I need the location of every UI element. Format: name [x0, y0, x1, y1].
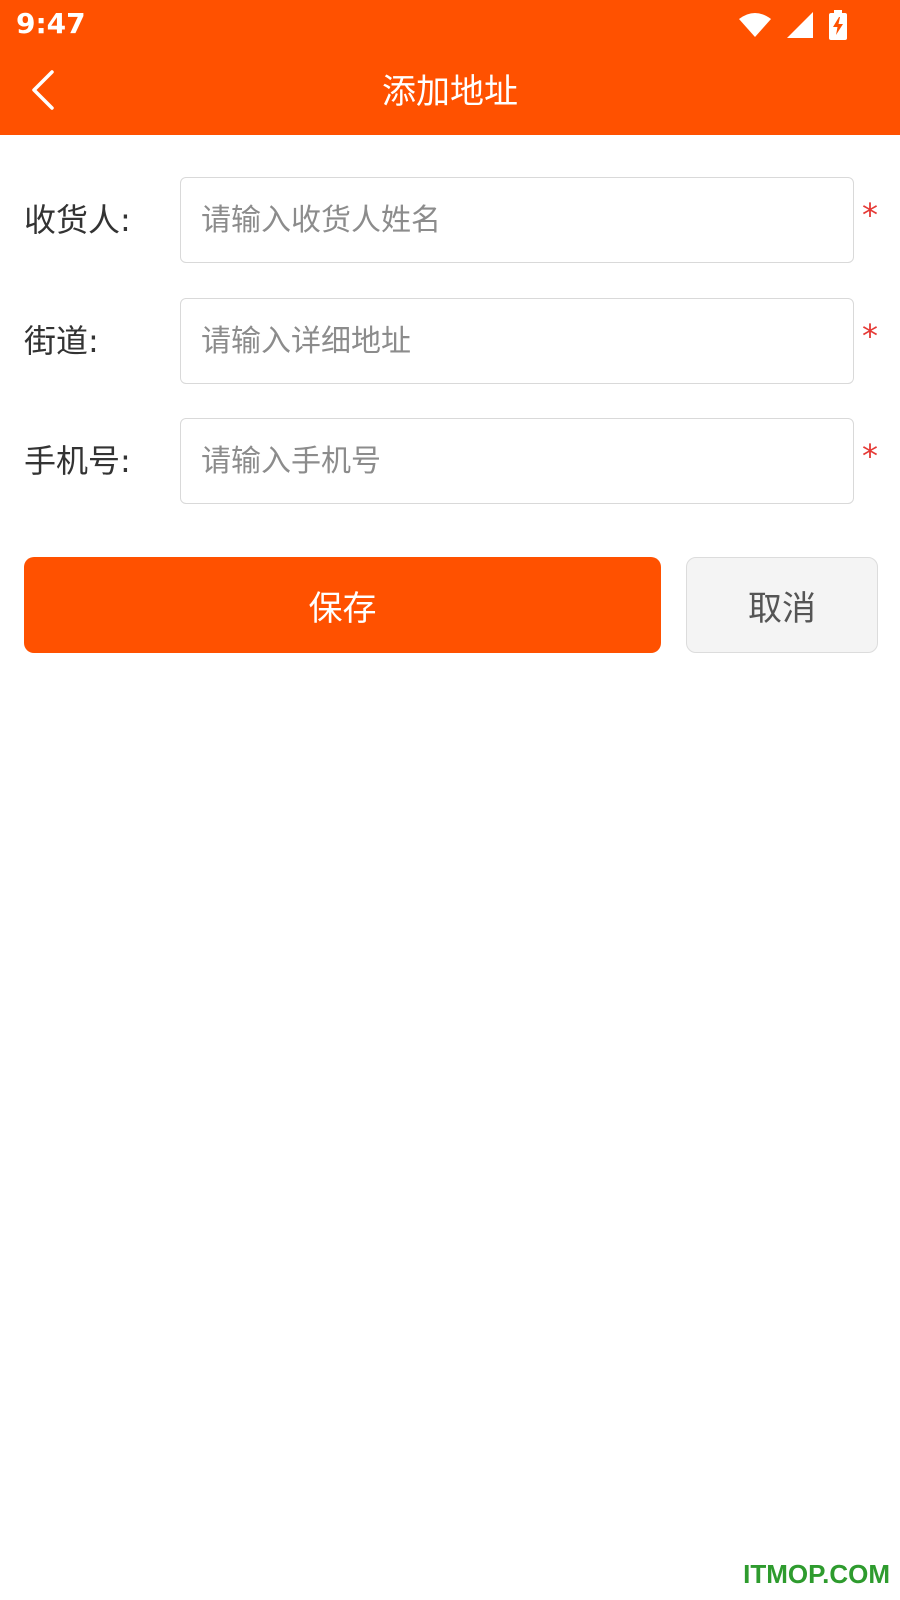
required-mark: * — [862, 196, 878, 234]
form-row-phone: 手机号: * — [0, 418, 900, 504]
phone-label: 手机号: — [24, 442, 131, 480]
page-title: 添加地址 — [382, 72, 518, 112]
save-button[interactable]: 保存 — [24, 557, 661, 653]
form-row-street: 街道: * — [0, 298, 900, 384]
receiver-label: 收货人: — [24, 201, 131, 239]
required-mark: * — [862, 437, 878, 475]
battery-charging-icon — [828, 10, 848, 40]
required-mark: * — [862, 317, 878, 355]
phone-number-input[interactable] — [180, 418, 854, 504]
receiver-name-input[interactable] — [180, 177, 854, 263]
status-time: 9:47 — [16, 7, 86, 40]
cancel-button[interactable]: 取消 — [686, 557, 878, 653]
app-header: 9:47 添加地址 — [0, 0, 900, 135]
watermark: ITMOP.COM — [743, 1559, 890, 1589]
wifi-icon — [738, 12, 772, 38]
signal-icon — [786, 11, 814, 39]
street-address-input[interactable] — [180, 298, 854, 384]
street-label: 街道: — [24, 322, 99, 360]
status-icons — [738, 8, 848, 42]
form-row-receiver: 收货人: * — [0, 177, 900, 263]
